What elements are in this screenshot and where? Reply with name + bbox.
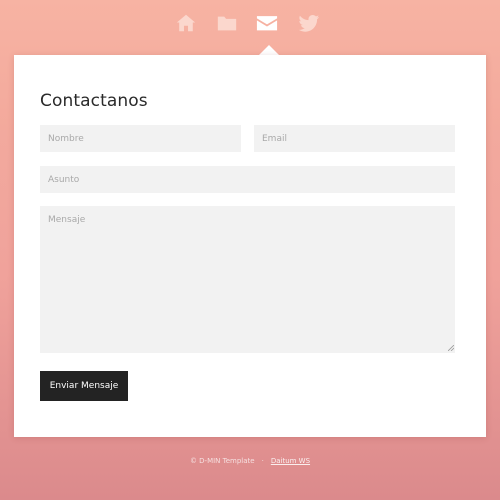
page-title: Contactanos [40, 91, 148, 111]
envelope-icon[interactable] [256, 12, 278, 34]
resize-handle-icon[interactable] [448, 345, 454, 351]
footer: © D-MIN Template · Daitum WS [0, 457, 500, 465]
home-icon[interactable] [175, 12, 197, 34]
footer-credit-link[interactable]: Daitum WS [271, 457, 310, 465]
contact-card: Contactanos Enviar Mensaje [14, 55, 486, 437]
folder-icon[interactable] [216, 12, 238, 34]
active-tab-pointer [259, 45, 279, 55]
nombre-field[interactable] [40, 125, 241, 152]
footer-separator: · [261, 457, 264, 465]
asunto-field[interactable] [40, 166, 455, 193]
mensaje-textarea[interactable] [40, 206, 455, 353]
email-field[interactable] [254, 125, 455, 152]
twitter-icon[interactable] [298, 12, 320, 34]
footer-copyright: © D-MIN Template [189, 457, 255, 465]
submit-button[interactable]: Enviar Mensaje [40, 371, 128, 401]
icon-nav [0, 0, 500, 55]
